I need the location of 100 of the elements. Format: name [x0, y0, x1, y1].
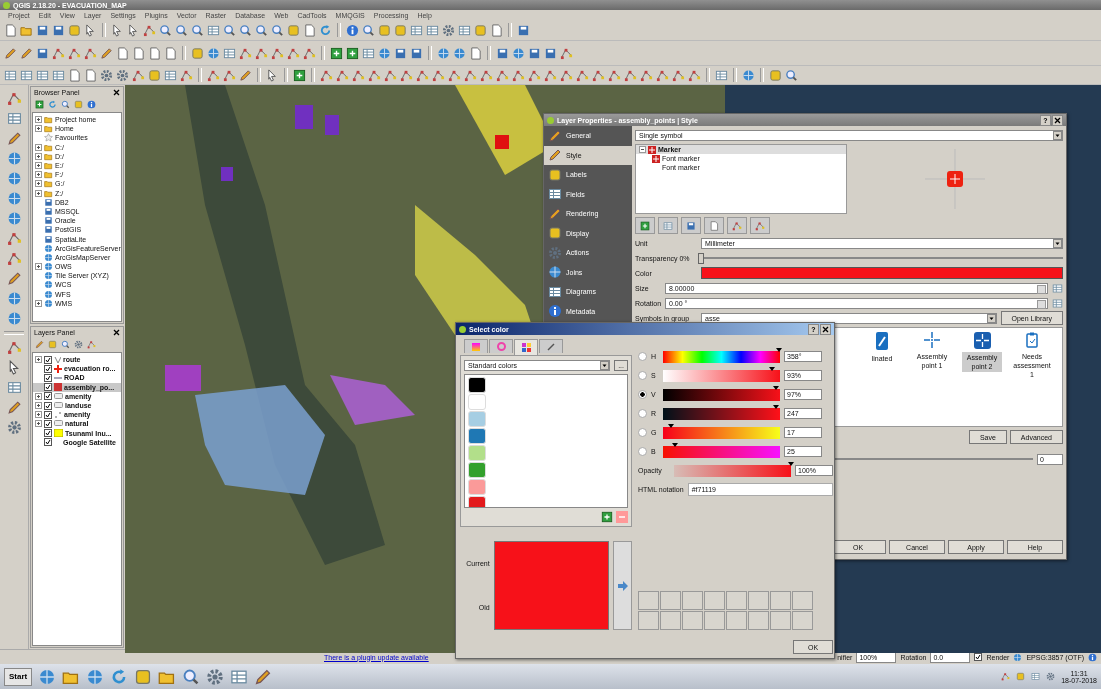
- node-icon[interactable]: [448, 68, 461, 82]
- expand-icon[interactable]: [35, 411, 42, 419]
- node-icon[interactable]: [6, 251, 22, 266]
- table-icon[interactable]: [426, 23, 439, 37]
- color-swatch[interactable]: [468, 394, 486, 410]
- apply-arrow-button[interactable]: [613, 541, 632, 630]
- node-icon[interactable]: [223, 68, 236, 82]
- expand-icon[interactable]: [35, 392, 42, 400]
- channel-radio[interactable]: [638, 352, 647, 361]
- gear-icon[interactable]: [6, 420, 22, 435]
- node-icon[interactable]: [352, 68, 365, 82]
- gear-icon[interactable]: [442, 23, 455, 37]
- node-icon[interactable]: [480, 68, 493, 82]
- node-icon[interactable]: [132, 68, 145, 82]
- table-icon[interactable]: [4, 68, 17, 82]
- node-icon[interactable]: [732, 220, 742, 231]
- node-icon[interactable]: [688, 68, 701, 82]
- node-icon[interactable]: [6, 231, 22, 246]
- channel-slider-handle[interactable]: [768, 366, 775, 371]
- info-icon[interactable]: [1088, 652, 1097, 662]
- magnifier-icon[interactable]: [785, 68, 798, 82]
- expand-icon[interactable]: [35, 263, 42, 271]
- new-file-icon[interactable]: [709, 220, 719, 231]
- node-icon[interactable]: [560, 68, 573, 82]
- table-icon[interactable]: [207, 23, 220, 37]
- refresh-icon[interactable]: [319, 23, 332, 37]
- color-swatch[interactable]: [468, 445, 486, 461]
- expand-icon[interactable]: [35, 420, 42, 428]
- color-swatch[interactable]: [468, 428, 486, 444]
- pencil-icon[interactable]: [100, 46, 113, 60]
- layer-checkbox[interactable]: [44, 355, 52, 364]
- node-icon[interactable]: [320, 68, 333, 82]
- layer-checkbox[interactable]: [44, 373, 52, 382]
- pencil-icon[interactable]: [548, 148, 562, 163]
- pencil-icon[interactable]: [20, 46, 33, 60]
- pencil-icon[interactable]: [254, 667, 273, 686]
- pencil-icon[interactable]: [548, 128, 562, 143]
- new-file-icon[interactable]: [116, 46, 129, 60]
- expand-icon[interactable]: [35, 180, 42, 188]
- magnifier-icon[interactable]: [61, 339, 70, 349]
- node-icon[interactable]: [608, 68, 621, 82]
- node-icon[interactable]: [68, 46, 81, 60]
- channel-radio[interactable]: [638, 409, 647, 418]
- node-icon[interactable]: [560, 46, 573, 60]
- magnifier-icon[interactable]: [159, 23, 172, 37]
- node-icon[interactable]: [271, 46, 284, 60]
- expand-icon[interactable]: [35, 162, 42, 170]
- color-swatch[interactable]: [468, 377, 486, 393]
- layer-checkbox[interactable]: [44, 383, 52, 392]
- caret-icon[interactable]: [1053, 238, 1062, 248]
- channel-slider-handle[interactable]: [671, 442, 678, 447]
- add-icon[interactable]: [640, 220, 650, 231]
- node-icon[interactable]: [384, 68, 397, 82]
- assembly-marker[interactable]: [495, 135, 509, 149]
- globe-icon[interactable]: [44, 289, 53, 299]
- pencil-icon[interactable]: [4, 46, 17, 60]
- gear-icon[interactable]: [116, 68, 129, 82]
- collapse-icon[interactable]: [639, 146, 646, 153]
- magnifier-icon[interactable]: [271, 23, 284, 37]
- node-icon[interactable]: [1001, 672, 1011, 681]
- pencil-icon[interactable]: [6, 131, 22, 146]
- table-icon[interactable]: [223, 46, 236, 60]
- info-icon[interactable]: [548, 304, 562, 319]
- node-icon[interactable]: [656, 68, 669, 82]
- new-file-icon[interactable]: [132, 46, 145, 60]
- table-icon[interactable]: [715, 68, 728, 82]
- table-icon[interactable]: [362, 46, 375, 60]
- globe-icon[interactable]: [44, 298, 53, 308]
- table-icon[interactable]: [6, 380, 22, 395]
- gear-icon[interactable]: [100, 68, 113, 82]
- color-mode-tab[interactable]: [489, 339, 513, 353]
- magnifier-icon[interactable]: [255, 23, 268, 37]
- layer-checkbox[interactable]: [44, 401, 52, 410]
- node-icon[interactable]: [624, 68, 637, 82]
- new-file-icon[interactable]: [469, 46, 482, 60]
- node-icon[interactable]: [512, 68, 525, 82]
- globe-icon[interactable]: [44, 271, 53, 281]
- node-icon[interactable]: [528, 68, 541, 82]
- expand-icon[interactable]: [35, 189, 42, 197]
- gear-icon[interactable]: [206, 667, 225, 686]
- expand-icon[interactable]: [35, 299, 42, 307]
- cursor-icon[interactable]: [266, 68, 279, 82]
- node-icon[interactable]: [400, 68, 413, 82]
- table-icon[interactable]: [410, 23, 423, 37]
- magnifier-icon[interactable]: [191, 23, 204, 37]
- gear-icon[interactable]: [1046, 672, 1056, 681]
- node-icon[interactable]: [432, 68, 445, 82]
- pencil-icon[interactable]: [35, 339, 44, 349]
- color-button[interactable]: [701, 267, 1063, 279]
- channel-radio[interactable]: [638, 371, 647, 380]
- magnifier-icon[interactable]: [61, 99, 70, 109]
- node-icon[interactable]: [6, 91, 22, 106]
- gear-icon[interactable]: [74, 339, 83, 349]
- table-icon[interactable]: [6, 111, 22, 126]
- node-icon[interactable]: [303, 46, 316, 60]
- new-file-icon[interactable]: [84, 68, 97, 82]
- pencil-icon[interactable]: [6, 271, 22, 286]
- table-icon[interactable]: [36, 68, 49, 82]
- add-icon[interactable]: [293, 68, 306, 82]
- table-icon[interactable]: [458, 23, 471, 37]
